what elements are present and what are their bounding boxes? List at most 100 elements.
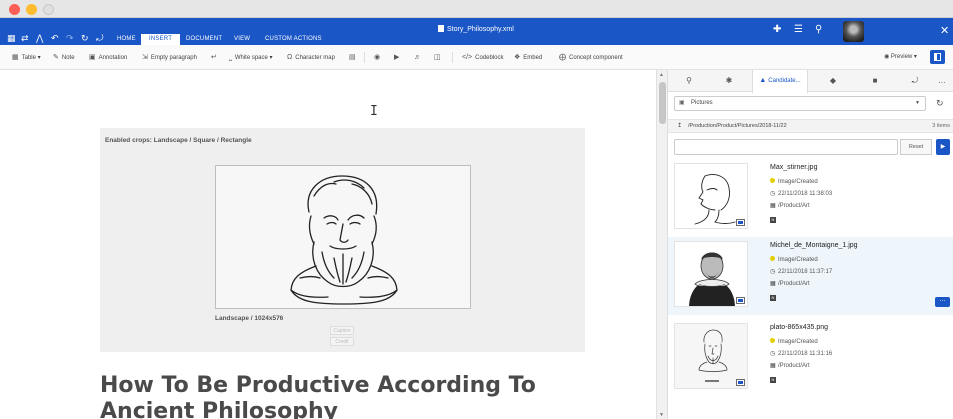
folder-icon: ▦ (770, 363, 776, 369)
add-icon[interactable]: ✚ (773, 24, 781, 35)
bug-icon: ✱ (725, 76, 733, 85)
list-item[interactable]: Max_stirner.jpg Image/Created ◷ 22/11/201… (668, 159, 953, 237)
item-date: ◷ 22/11/2018 11:31:16 (770, 351, 833, 357)
image-type-icon (736, 379, 745, 386)
article-heading[interactable]: How To Be Productive According To Ancien… (100, 373, 620, 419)
enabled-crops-label: Enabled crops: Landscape / Square / Rect… (105, 137, 252, 144)
item-name[interactable]: Michel_de_Montaigne_1.jpg (770, 242, 858, 249)
search-icon[interactable]: ⚲ (815, 24, 822, 35)
clock-icon: ◷ (770, 191, 776, 197)
folder-up-icon[interactable]: ↥ (677, 120, 682, 132)
sync-icon[interactable]: ↻ (81, 33, 89, 43)
save-icon[interactable]: ▦ (7, 33, 16, 43)
image-icon: ▣ (679, 100, 685, 106)
item-status: Image/Created (770, 256, 818, 264)
tab-share[interactable]: ⤾ (898, 70, 932, 92)
tab-search[interactable]: ⚲ (672, 70, 706, 92)
close-window-button[interactable] (9, 4, 20, 15)
annotation-button[interactable]: ▣ Annotation (89, 53, 127, 63)
toolbar-divider (364, 52, 365, 63)
eye-icon: ◉ (884, 54, 890, 60)
minimize-window-button[interactable] (26, 4, 37, 15)
refresh-icon[interactable]: ↻ (936, 98, 944, 109)
avatar[interactable] (843, 21, 864, 42)
app-bar: ▦ ⇄ ⋀ ↶ ↷ ↻ ⤾ HOME INSERT DOCUMENT VIEW … (0, 18, 953, 46)
share-icon: ⤾ (911, 76, 919, 85)
tab-candidates[interactable]: ▲ Candidate... (752, 70, 808, 93)
scroll-up-icon[interactable]: ▲ (659, 72, 664, 78)
insert-image-button[interactable]: ◉ (374, 53, 383, 63)
camera-icon: ◉ (374, 54, 381, 61)
more-icon: … (938, 76, 946, 85)
item-name[interactable]: plato-865x435.png (770, 324, 828, 331)
white-space-button[interactable]: ⎵ White space ▾ (229, 53, 273, 63)
plato-bust-image (290, 175, 398, 305)
toolbar-divider (452, 52, 453, 63)
tab-debug[interactable]: ✱ (712, 70, 746, 92)
table-button[interactable]: ▦ Table ▾ (12, 53, 41, 63)
item-thumbnail (674, 163, 748, 229)
window-title-bar (0, 0, 953, 18)
empty-paragraph-button[interactable]: ⇲ Empty paragraph (142, 53, 197, 63)
tab-document[interactable]: DOCUMENT (178, 34, 230, 45)
preview-button[interactable]: ◉ Preview ▾ (884, 53, 917, 60)
embed-button[interactable]: ❖ Embed (514, 53, 542, 63)
credit-field[interactable]: Credit (330, 337, 354, 346)
tab-tags[interactable]: ◆ (816, 70, 850, 92)
item-folder: ▦/Product/Art (770, 363, 810, 369)
pencil-icon: ✎ (53, 54, 59, 61)
editor-canvas[interactable]: I Enabled crops: Landscape / Square / Re… (0, 70, 656, 419)
redo-icon[interactable]: ↷ (66, 33, 74, 43)
tab-more[interactable]: … (930, 70, 953, 92)
undo-icon[interactable]: ↶ (51, 33, 59, 43)
item-folder: ▦/Product/Art (770, 281, 810, 287)
video-icon: ▶ (394, 54, 400, 61)
search-icon: ⚲ (686, 76, 692, 85)
character-map-button[interactable]: Ω Character map (287, 53, 335, 63)
codeblock-button[interactable]: </> Codeblock (462, 53, 503, 63)
insert-audio-button[interactable]: ♬ (414, 53, 424, 63)
editor-scrollbar[interactable]: ▲ ▼ (656, 70, 667, 419)
reset-button[interactable]: Reset (900, 139, 932, 155)
close-icon[interactable]: ✕ (940, 24, 949, 37)
status-badge: N (770, 217, 776, 223)
user-list-icon[interactable]: ☰ (794, 24, 803, 35)
insert-video-button[interactable]: ▶ (394, 53, 402, 63)
search-go-button[interactable]: ▶ (936, 139, 950, 155)
item-status: Image/Created (770, 178, 818, 186)
clock-icon: ◷ (770, 269, 776, 275)
paragraph-icon: ⇲ (142, 54, 148, 61)
list-item[interactable]: plato-865x435.png Image/Created ◷ 22/11/2… (668, 319, 953, 397)
figure-image[interactable] (215, 165, 471, 309)
panel-search-input[interactable] (674, 139, 898, 155)
item-name[interactable]: Max_stirner.jpg (770, 164, 817, 171)
split-icon[interactable]: ⋀ (36, 33, 43, 43)
zoom-window-button[interactable] (43, 4, 54, 15)
item-count: 3 items (932, 123, 950, 129)
insert-gallery-button[interactable]: ◫ (434, 53, 444, 63)
panel-layout-button[interactable] (930, 50, 945, 64)
tag-icon: ◆ (829, 76, 837, 85)
page-break-button[interactable]: ▤ (349, 53, 359, 63)
item-thumbnail (674, 323, 748, 389)
item-more-button[interactable]: … (935, 296, 950, 307)
source-select[interactable]: ▣ Pictures ▼ (674, 96, 926, 111)
shuffle-icon[interactable]: ⇄ (21, 33, 29, 43)
image-figure[interactable]: Enabled crops: Landscape / Square / Rect… (100, 128, 585, 352)
list-item[interactable]: Michel_de_Montaigne_1.jpg Image/Created … (668, 237, 953, 315)
comment-icon: ▣ (89, 54, 96, 61)
share-icon[interactable]: ⤾ (96, 33, 104, 43)
scrollbar-thumb[interactable] (659, 82, 666, 124)
line-break-button[interactable]: ↵ (211, 53, 220, 63)
tab-custom-actions[interactable]: CUSTOM ACTIONS (257, 34, 330, 45)
scroll-down-icon[interactable]: ▼ (659, 412, 664, 418)
note-button[interactable]: ✎ Note (53, 53, 75, 63)
tab-home[interactable]: HOME (109, 34, 144, 45)
concept-component-button[interactable]: ⨁ Concept component (559, 53, 623, 63)
caption-field[interactable]: Caption (330, 326, 354, 335)
item-status: Image/Created (770, 338, 818, 346)
speaker-icon: ♬ (414, 54, 421, 61)
folder-icon: ▦ (770, 203, 776, 209)
tab-comments[interactable]: ■ (858, 70, 892, 92)
tab-view[interactable]: VIEW (226, 34, 258, 45)
